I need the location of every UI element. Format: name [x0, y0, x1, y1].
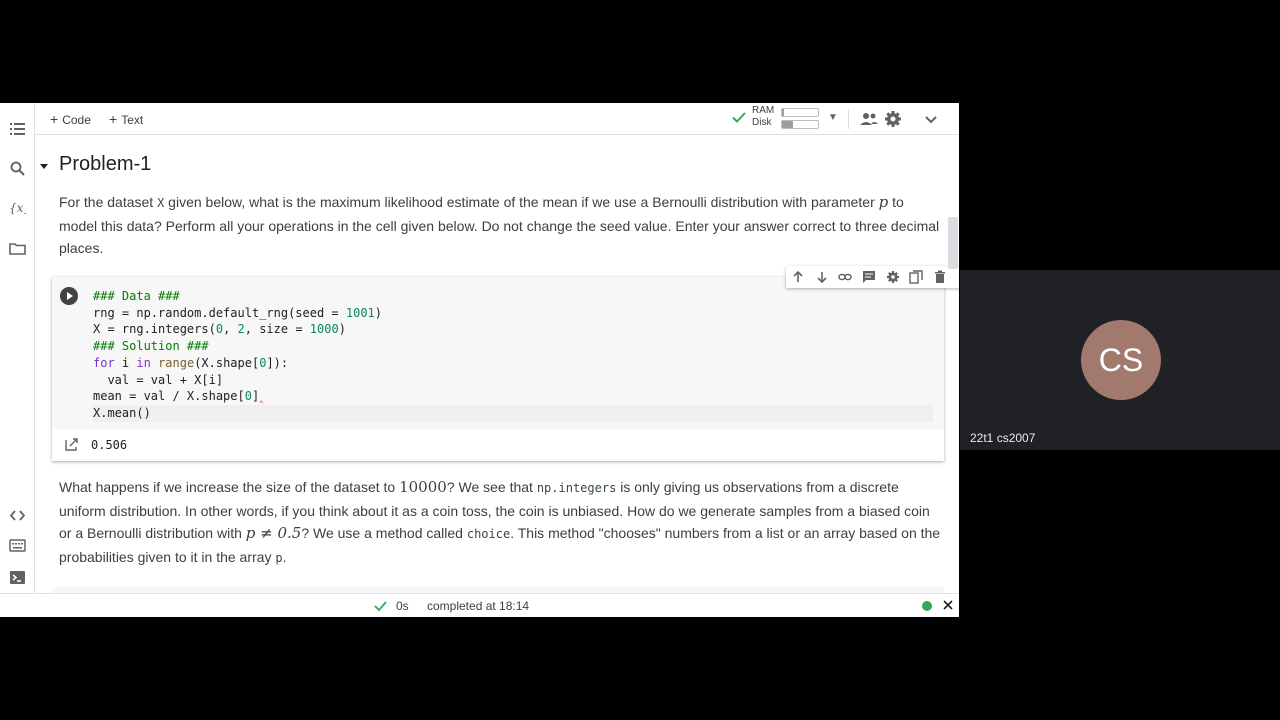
video-call-tile: CS 22t1 cs2007 [960, 270, 1280, 450]
text-span: ? We see that [446, 479, 537, 495]
code-line-5: for i in range(X.shape[0]): [93, 355, 289, 370]
add-code-button[interactable]: + Code [50, 109, 91, 129]
delete-trash-icon[interactable] [933, 270, 947, 284]
resource-monitor[interactable]: RAM Disk [752, 105, 774, 129]
comment-icon[interactable] [862, 270, 876, 284]
ram-label: RAM [752, 105, 775, 116]
math-p: p [878, 193, 889, 211]
colab-notebook: +Code +Text RAM Disk ▼ {x} [0, 103, 959, 617]
code-content[interactable]: ### Data ### rng = np.random.default_rng(… [93, 288, 933, 422]
completed-status: completed at 18:14 [427, 599, 530, 613]
inline-code-choice: choice [466, 527, 511, 541]
inline-code-p: p [275, 550, 283, 565]
terminal-icon[interactable] [9, 569, 26, 586]
search-icon[interactable] [9, 160, 26, 177]
toolbar-divider [848, 109, 849, 129]
code-line-8: X.mean() [93, 404, 933, 422]
text-span: For the dataset [59, 194, 158, 210]
disk-bar [781, 120, 819, 129]
code-comment: ### Solution ### [93, 339, 209, 354]
play-icon [67, 292, 73, 300]
math-p-neq: p ≠ 0.5 [245, 524, 302, 542]
add-text-label: Text [121, 113, 144, 127]
text-span: . [282, 548, 287, 565]
execution-time: 0s [396, 599, 409, 613]
code-line-4: ### Solution ### [93, 338, 933, 355]
connection-status-dot [922, 601, 932, 611]
code-editor[interactable]: ### Data ### rng = np.random.default_rng(… [90, 266, 959, 429]
code-line-2: rng = np.random.default_rng(seed = 1001) [93, 305, 383, 320]
mirror-cell-icon[interactable] [909, 270, 923, 284]
add-code-label: Code [62, 113, 91, 127]
table-of-contents-icon[interactable] [9, 120, 26, 137]
text-span: What happens if we increase the size of … [59, 479, 400, 495]
code-line-3: X = rng.integers(0, 2, size = 1000) [93, 322, 346, 337]
cell-output: 0.506 [52, 429, 944, 461]
add-text-button[interactable]: + Text [109, 109, 143, 129]
settings-gear-icon[interactable] [883, 109, 903, 129]
disk-bar-fill [782, 121, 793, 128]
variables-icon[interactable]: {x} [9, 199, 26, 216]
status-bar: 0s completed at 18:14 [0, 593, 959, 617]
more-options-icon[interactable] [956, 270, 959, 284]
follow-up-description: What happens if we increase the size of … [59, 476, 943, 569]
text-span: ? We use a method called [301, 525, 467, 541]
cell-settings-icon[interactable] [886, 270, 900, 284]
section-title: Problem-1 [59, 153, 152, 175]
connected-check-icon [732, 112, 746, 123]
section-collapse-icon[interactable] [39, 161, 49, 171]
math-10000: 10000 [399, 478, 447, 496]
code-snippets-icon[interactable] [9, 507, 26, 524]
ram-bar-fill [782, 109, 784, 116]
code-cell[interactable]: ### Data ### rng = np.random.default_rng(… [52, 266, 959, 461]
run-cell-button[interactable] [60, 287, 78, 305]
svg-text:{x}: {x} [9, 201, 26, 215]
output-text: 0.506 [91, 438, 128, 452]
ram-bar [781, 108, 819, 117]
code-line-7: mean = val / X.shape[0]‸ [93, 389, 264, 404]
left-sidebar: {x} [0, 103, 35, 593]
cell-toolbar [786, 266, 959, 288]
close-icon[interactable] [942, 599, 954, 611]
collapse-chevron-icon[interactable] [921, 109, 941, 129]
share-people-icon[interactable] [859, 109, 879, 129]
link-icon[interactable] [838, 270, 852, 284]
status-check-icon [374, 601, 387, 612]
problem-description: For the dataset X given below, what is t… [59, 191, 943, 260]
resource-dropdown-icon[interactable]: ▼ [828, 112, 838, 123]
notebook-toolbar: + Code + Text RAM Disk ▼ [0, 103, 959, 135]
move-up-icon[interactable] [791, 270, 805, 284]
disk-label: Disk [752, 117, 772, 128]
output-action-icon[interactable] [64, 438, 80, 452]
code-comment: ### Data ### [93, 289, 180, 303]
move-down-icon[interactable] [815, 270, 829, 284]
command-palette-icon[interactable] [9, 537, 26, 554]
code-line-6: val = val + X[i] [93, 372, 224, 387]
files-folder-icon[interactable] [9, 240, 26, 257]
text-span: given below, what is the maximum likelih… [164, 194, 879, 210]
avatar: CS [1081, 320, 1161, 400]
inline-code-integers: np.integers [536, 481, 617, 495]
participant-name: 22t1 cs2007 [970, 431, 1036, 445]
code-line-1: ### Data ### [93, 288, 933, 305]
vertical-scrollbar[interactable] [948, 217, 958, 269]
